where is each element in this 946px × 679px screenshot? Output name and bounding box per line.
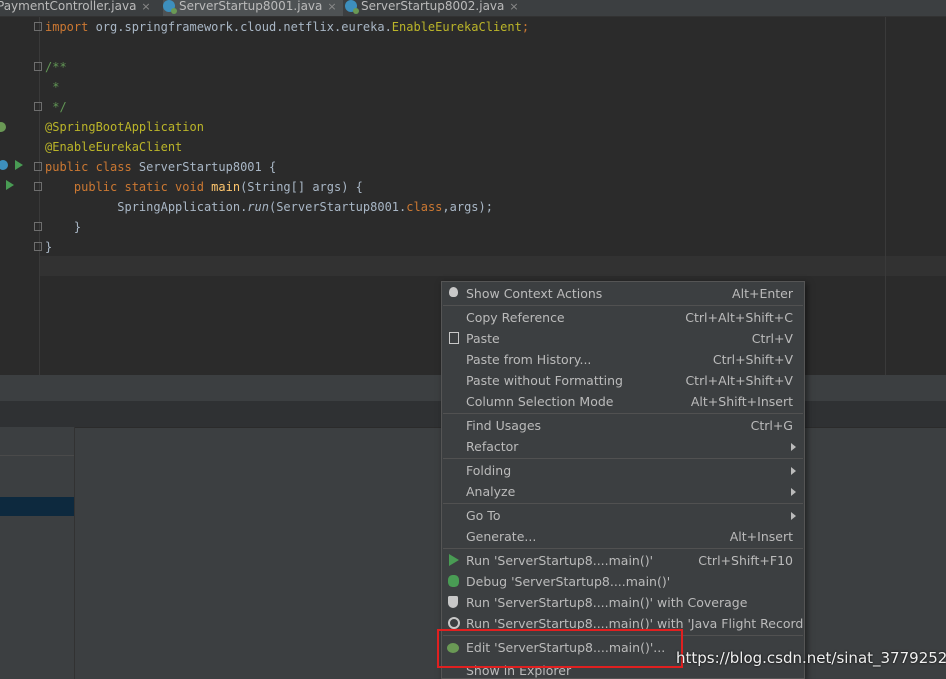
coverage-icon [448,596,458,608]
tree-selected-row[interactable] [0,497,74,516]
tab-server-startup-8001[interactable]: ServerStartup8001.java × [163,0,343,16]
menu-separator [443,305,803,306]
editor-tab-bar: PaymentController.java × ServerStartup800… [0,0,946,17]
menu-item-generate[interactable]: Generate... Alt+Insert [442,526,804,547]
java-class-icon [163,0,177,14]
close-icon[interactable]: × [141,0,150,13]
fold-marker-icon[interactable] [34,242,42,251]
tab-label: ServerStartup8001.java [179,0,323,13]
menu-separator [443,413,803,414]
tab-payment-controller[interactable]: PaymentController.java × [0,0,151,16]
fold-marker-icon[interactable] [34,222,42,231]
code-line-class-decl: public class ServerStartup8001 { [45,160,277,174]
code-line-comment: */ [45,100,67,114]
code-line-annotation: @SpringBootApplication [45,120,204,134]
submenu-arrow-icon [791,443,796,451]
spring-bean-icon[interactable] [0,160,8,170]
tab-label: ServerStartup8002.java [361,0,505,13]
flight-recorder-icon [448,617,460,629]
spring-boot-icon[interactable] [0,122,6,132]
fold-marker-icon[interactable] [34,182,42,191]
watermark-text: https://blog.csdn.net/sinat_37792529 [676,649,946,667]
annotation-highlight-box [437,629,683,668]
run-method-icon[interactable] [6,180,14,190]
close-icon[interactable]: × [509,0,518,13]
code-line-close-brace: } [45,220,82,234]
editor-context-menu: Show Context Actions Alt+Enter Copy Refe… [441,281,805,679]
tree-divider [0,455,74,456]
tool-window-tree[interactable] [0,427,75,679]
close-icon[interactable]: × [327,0,336,13]
menu-item-paste-from-history[interactable]: Paste from History... Ctrl+Shift+V [442,349,804,370]
menu-item-run-with-coverage[interactable]: Run 'ServerStartup8....main()' with Cove… [442,592,804,613]
code-line-import: import org.springframework.cloud.netflix… [45,20,530,34]
menu-item-run[interactable]: Run 'ServerStartup8....main()' Ctrl+Shif… [442,550,804,571]
menu-item-find-usages[interactable]: Find Usages Ctrl+G [442,415,804,436]
menu-item-analyze[interactable]: Analyze [442,481,804,502]
run-class-icon[interactable] [15,160,23,170]
menu-item-column-selection-mode[interactable]: Column Selection Mode Alt+Shift+Insert [442,391,804,412]
code-line-run-call: SpringApplication.run(ServerStartup8001.… [45,200,493,214]
code-line-comment: * [45,80,60,94]
submenu-arrow-icon [791,488,796,496]
menu-separator [443,458,803,459]
fold-marker-icon[interactable] [34,22,42,31]
menu-item-debug[interactable]: Debug 'ServerStartup8....main()' [442,571,804,592]
clipboard-icon [449,332,459,344]
menu-item-folding[interactable]: Folding [442,460,804,481]
menu-item-refactor[interactable]: Refactor [442,436,804,457]
run-icon [449,554,459,566]
menu-separator [443,503,803,504]
code-line-comment: /** [45,60,67,74]
menu-item-paste[interactable]: Paste Ctrl+V [442,328,804,349]
menu-item-go-to[interactable]: Go To [442,505,804,526]
tab-server-startup-8002[interactable]: ServerStartup8002.java × [345,0,519,16]
code-line-main-decl: public static void main(String[] args) { [73,180,363,194]
code-line-close-brace: } [45,240,53,254]
java-class-icon [345,0,359,14]
code-line-annotation: @EnableEurekaClient [45,140,183,154]
fold-marker-icon[interactable] [34,102,42,111]
tab-label: PaymentController.java [0,0,137,13]
debug-icon [448,575,459,587]
submenu-arrow-icon [791,512,796,520]
right-margin-guide [885,17,886,375]
bulb-icon [449,287,458,297]
menu-item-paste-without-formatting[interactable]: Paste without Formatting Ctrl+Alt+Shift+… [442,370,804,391]
fold-marker-icon[interactable] [34,62,42,71]
menu-item-copy-reference[interactable]: Copy Reference Ctrl+Alt+Shift+C [442,307,804,328]
fold-marker-icon[interactable] [34,162,42,171]
submenu-arrow-icon [791,467,796,475]
menu-item-show-context-actions[interactable]: Show Context Actions Alt+Enter [442,283,804,304]
current-line-highlight [40,256,946,276]
menu-separator [443,548,803,549]
